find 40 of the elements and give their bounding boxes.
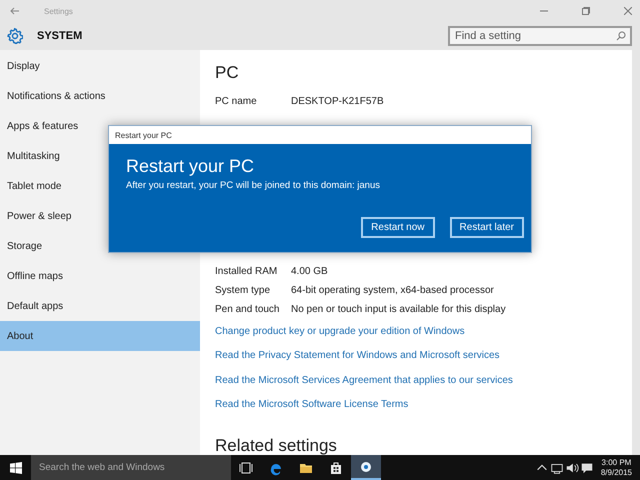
back-arrow-icon[interactable]: [10, 7, 20, 15]
close-icon[interactable]: [624, 7, 632, 15]
property-value: DESKTOP-K21F57B: [291, 96, 384, 106]
section-heading: PC: [215, 63, 240, 83]
message-icon[interactable]: [580, 460, 594, 474]
sidebar-item[interactable]: Notifications & actions: [0, 81, 200, 111]
property-value: 64-bit operating system, x64-based processor: [291, 285, 494, 296]
sidebar-item[interactable]: Default apps: [0, 291, 200, 321]
property-label: Pen and touch: [215, 304, 280, 315]
link[interactable]: Read the Microsoft Software License Terms: [215, 399, 408, 410]
search-field[interactable]: Find a setting: [448, 26, 632, 46]
clock-time[interactable]: 3:00 PM: [600, 458, 632, 468]
sidebar-item[interactable]: Display: [0, 51, 200, 81]
speaker-icon[interactable]: [565, 460, 580, 474]
section-heading: Related settings: [215, 435, 338, 455]
property-label: PC name: [215, 96, 258, 106]
link[interactable]: Change product key or upgrade your edition of Windows: [215, 326, 465, 337]
shopping-bag-icon: [328, 460, 344, 476]
sidebar-item[interactable]: Offline maps: [0, 261, 200, 291]
dialog-message: After you restart, your PC will be joined to this domain: janus: [126, 180, 381, 191]
windows-logo-icon[interactable]: [10, 462, 22, 474]
search-icon: [616, 31, 626, 41]
dialog-heading: Restart your PC: [126, 155, 256, 177]
dialog-button[interactable]: Restart now: [361, 217, 435, 238]
property-value: 4.00 GB: [291, 266, 328, 277]
task-view-icon: [238, 460, 254, 476]
dialog-button[interactable]: Restart later: [450, 217, 524, 238]
link[interactable]: Read the Microsoft Services Agreement that applies to our services: [215, 374, 513, 386]
search-field[interactable]: Search the web and Windows: [31, 455, 231, 480]
property-value: No pen or touch input is available for this display: [291, 304, 506, 315]
sidebar-item[interactable]: About: [0, 321, 200, 351]
dialog-title: Restart your PC: [109, 126, 531, 144]
property-label: Installed RAM: [215, 266, 278, 277]
clock-date[interactable]: 8/9/2015: [600, 468, 632, 478]
link[interactable]: Read the Privacy Statement for Windows and Microsoft services: [215, 350, 500, 362]
property-label: System type: [215, 285, 272, 296]
taskbar-button[interactable]: [351, 455, 381, 480]
window-title: Settings: [44, 6, 73, 16]
restore-icon[interactable]: [582, 7, 590, 15]
page-title: SYSTEM: [37, 30, 82, 42]
